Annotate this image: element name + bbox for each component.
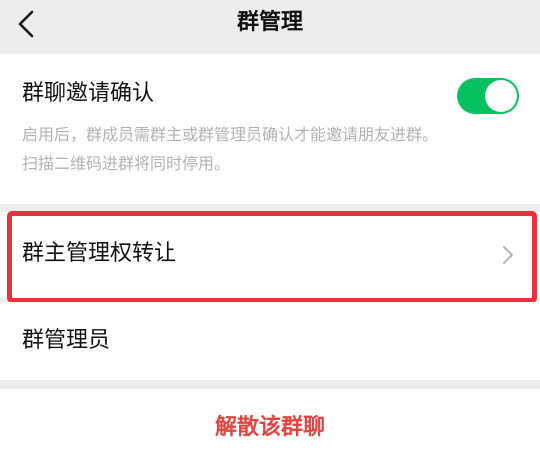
chevron-right-icon [503,246,513,264]
owner-transfer-label: 群主管理权转让 [22,241,177,266]
toggle-knob [485,80,517,112]
invite-confirm-toggle[interactable] [457,78,519,114]
invite-confirm-card: 群聊邀请确认 启用后，群成员需群主或群管理员确认才能邀请朋友进群。 扫描二维码进… [0,54,540,204]
invite-desc-line1: 启用后，群成员需群主或群管理员确认才能邀请朋友进群。 [22,125,439,144]
page-title: 群管理 [236,10,303,35]
invite-confirm-description: 启用后，群成员需群主或群管理员确认才能邀请朋友进群。 扫描二维码进群将同时停用。 [22,120,522,178]
invite-confirm-label: 群聊邀请确认 [22,81,155,106]
admins-label: 群管理员 [22,328,111,353]
nav-bar: 群管理 [0,0,540,52]
admins-row[interactable]: 群管理员 [0,302,540,380]
owner-transfer-row[interactable]: 群主管理权转让 [0,212,540,298]
dissolve-group-button[interactable]: 解散该群聊 [0,411,540,445]
invite-desc-line2: 扫描二维码进群将同时停用。 [22,154,231,173]
dissolve-group-row[interactable]: 解散该群聊 [0,389,540,465]
